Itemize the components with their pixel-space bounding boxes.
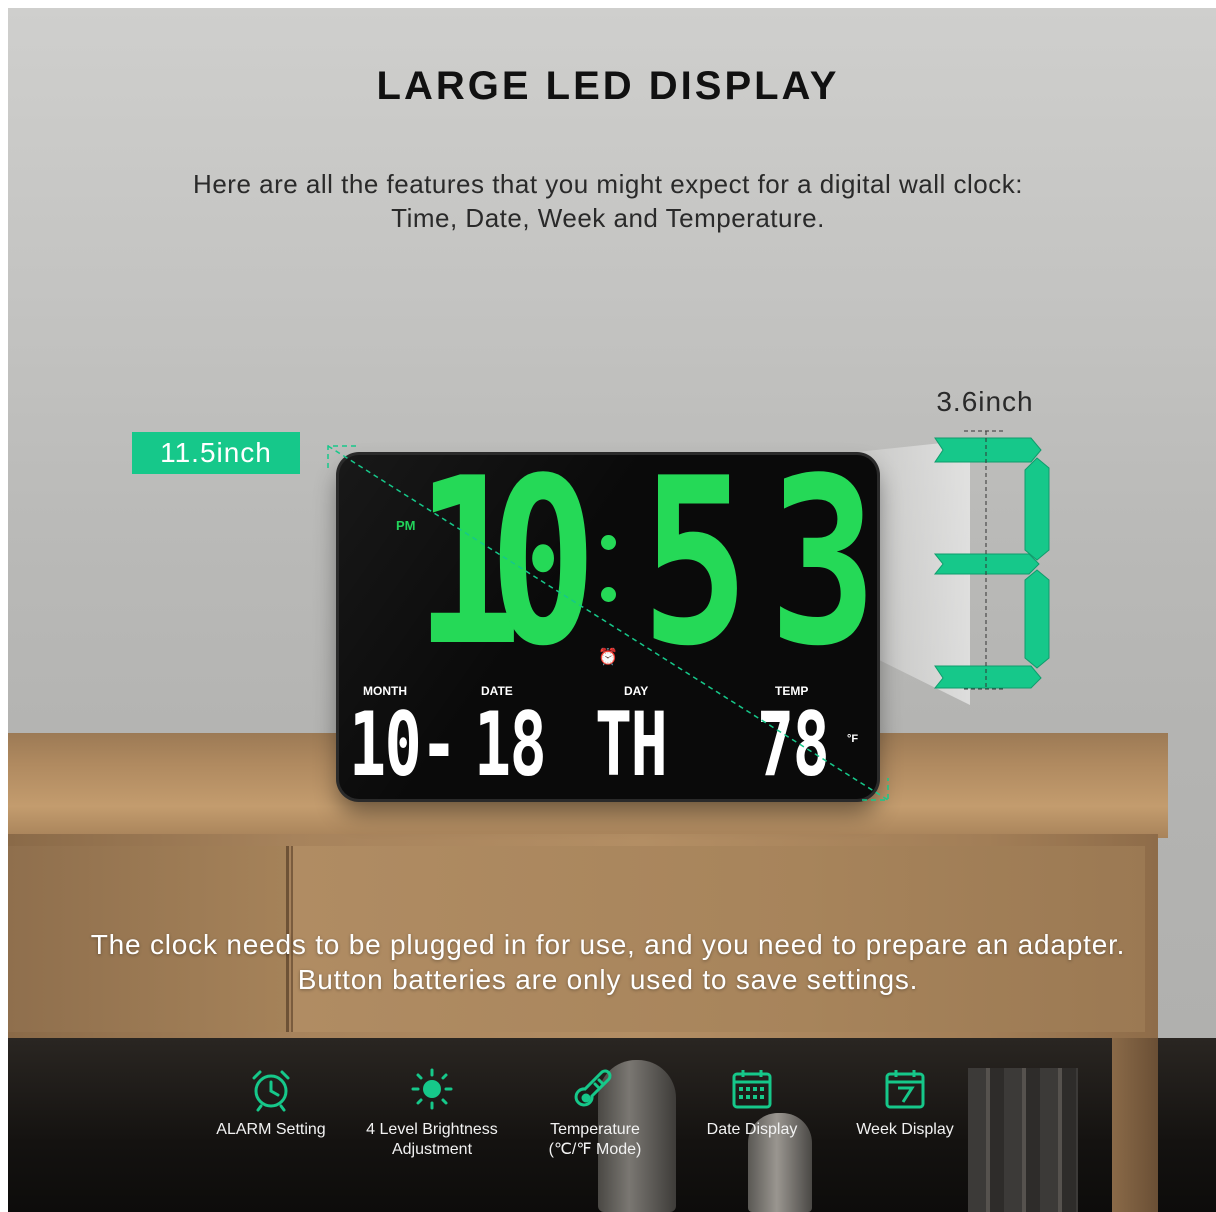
enlarged-segment-digit xyxy=(933,437,1050,689)
minute-tens-digit: 5 xyxy=(641,455,749,697)
feature-label: Temperature (℃/℉ Mode) xyxy=(548,1121,642,1158)
feature-label: Week Display xyxy=(856,1121,954,1138)
month-value: 10- xyxy=(349,693,457,796)
pm-indicator: PM xyxy=(396,518,416,533)
hour-tens-digit: 1 xyxy=(414,455,522,697)
colon-dot xyxy=(601,535,616,550)
page-title: LARGE LED DISPLAY xyxy=(376,64,840,108)
date-value: 18 xyxy=(474,693,547,796)
feature-alarm: ALARM Setting xyxy=(186,1066,356,1140)
thermometer-icon xyxy=(574,1069,612,1107)
feature-label: Date Display xyxy=(706,1121,798,1138)
feature-date: Date Display xyxy=(667,1066,837,1140)
cabinet-side xyxy=(1112,1038,1158,1212)
notice-line: The clock needs to be plugged in for use… xyxy=(90,929,1126,960)
sun-brightness-icon xyxy=(411,1068,453,1110)
feature-temperature: Temperature (℃/℉ Mode) xyxy=(510,1066,680,1160)
feature-label: 4 Level Brightness Adjustment xyxy=(366,1121,498,1158)
minute-ones-digit: 3 xyxy=(769,455,877,697)
temp-unit: °F xyxy=(847,733,859,745)
feature-brightness: 4 Level Brightness Adjustment xyxy=(347,1066,517,1160)
notice-line: Button batteries are only used to save s… xyxy=(297,964,919,995)
subtitle-line: Time, Date, Week and Temperature. xyxy=(391,203,825,233)
height-dimension-label: 3.6inch xyxy=(936,386,1034,417)
subtitle-line: Here are all the features that you might… xyxy=(193,169,1023,199)
width-dimension-badge: 11.5inch xyxy=(132,432,300,474)
calendar-seven-icon xyxy=(885,1070,925,1109)
feature-label: ALARM Setting xyxy=(216,1121,326,1138)
hour-ones-digit: 0 xyxy=(489,455,597,697)
colon-dot xyxy=(601,587,616,602)
feature-week: Week Display xyxy=(820,1066,990,1140)
day-value: TH xyxy=(595,693,668,796)
calendar-icon xyxy=(732,1070,772,1109)
temp-value: 78 xyxy=(757,693,830,796)
alarm-clock-icon xyxy=(252,1070,290,1112)
led-clock: PM 1 0 5 3 ⏰ MONTH DATE DAY TEMP 10- 18 … xyxy=(339,455,877,799)
alarm-indicator-icon: ⏰ xyxy=(598,647,618,666)
